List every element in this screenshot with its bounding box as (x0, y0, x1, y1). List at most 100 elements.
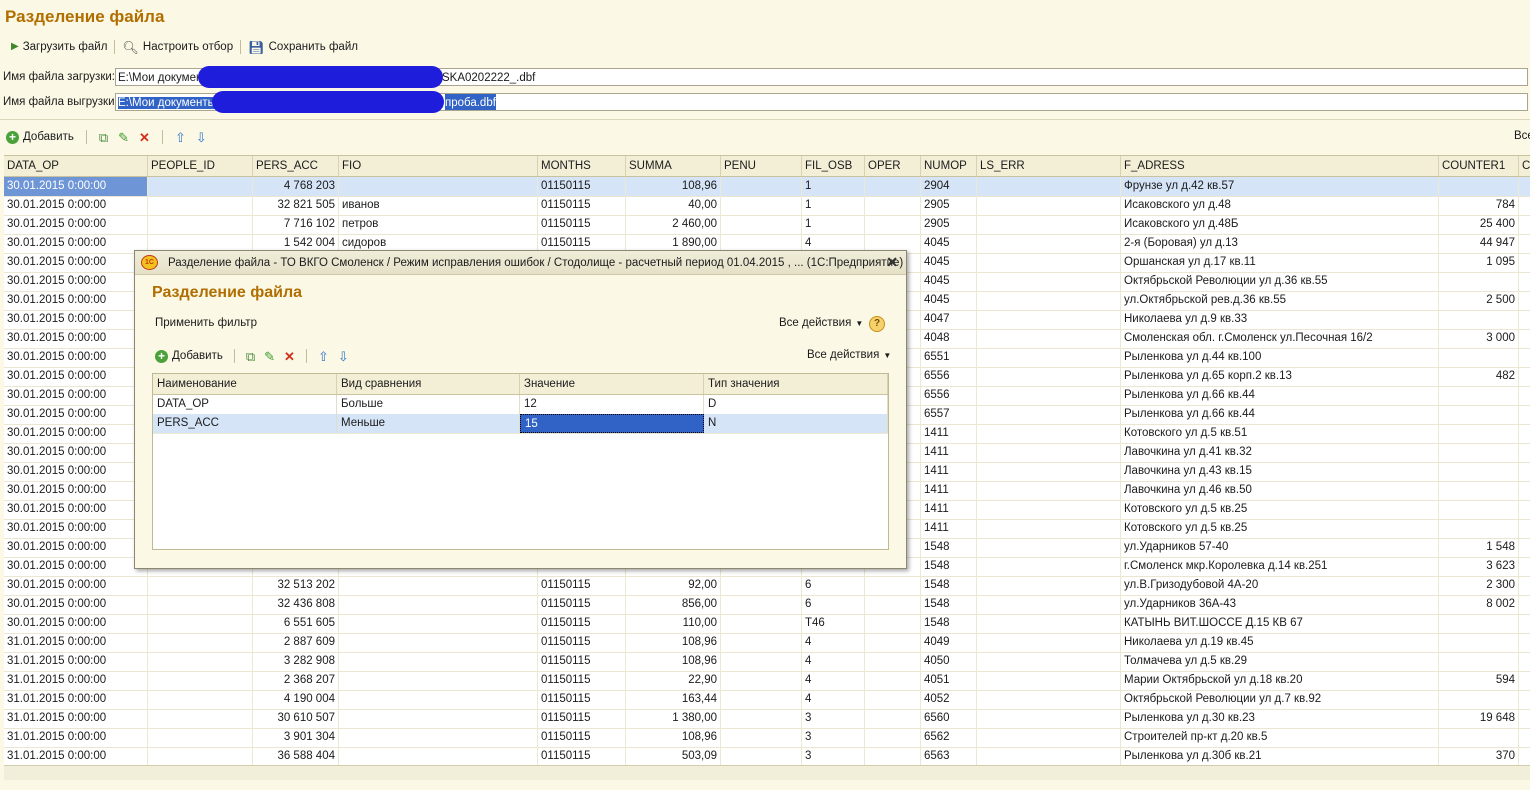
add-button[interactable]: + Добавить (6, 128, 74, 146)
column-header-pers-acc[interactable]: PERS_ACC (253, 156, 339, 176)
table-row[interactable]: 31.01.2015 0:00:00 2 887 609 01150115 108,9… (4, 633, 1530, 653)
copy-icon[interactable]: ⧉ (99, 131, 108, 144)
table-cell: 30.01.2015 0:00:00 (4, 329, 148, 348)
column-header-summa[interactable]: SUMMA (626, 156, 721, 176)
table-cell (977, 519, 1121, 538)
filter-cell: N (704, 414, 888, 433)
table-cell (1439, 177, 1519, 196)
save-file-button[interactable]: 💾︎ Сохранить файл (243, 38, 363, 56)
apply-filter-button[interactable]: Применить фильтр (155, 317, 257, 329)
table-cell: петров (339, 215, 538, 234)
table-cell: 01150115 (538, 633, 626, 652)
table-cell: 01150115 (538, 709, 626, 728)
load-file-button[interactable]: ▶ Загрузить файл (6, 38, 112, 56)
table-cell: 01150115 (538, 671, 626, 690)
table-cell: 32 821 505 (253, 196, 339, 215)
column-header-penu[interactable]: PENU (721, 156, 802, 176)
table-cell (339, 614, 538, 633)
table-row[interactable]: 31.01.2015 0:00:00 30 610 507 01150115 1 38… (4, 709, 1530, 729)
copy-icon[interactable]: ⧉ (246, 350, 255, 363)
column-header-data-op[interactable]: DATA_OP (4, 156, 148, 176)
dialog-all-actions-dropdown[interactable]: Все действия ▼ (807, 349, 891, 361)
dialog-toolbar: + Добавить ⧉ ✎ ✕ ⇧ ⇩ (155, 347, 349, 365)
table-row[interactable]: 31.01.2015 0:00:00 3 901 304 01150115 108,9… (4, 728, 1530, 748)
filter-cell[interactable]: 15 (520, 414, 704, 433)
filter-column-header[interactable]: Наименование (153, 374, 337, 394)
upload-path-suffix: SKA0202222_.dbf (442, 72, 536, 84)
table-row[interactable]: 31.01.2015 0:00:00 2 368 207 01150115 22,90… (4, 671, 1530, 691)
move-up-icon[interactable]: ⇧ (175, 131, 186, 144)
table-cell: 1 (802, 215, 865, 234)
table-cell (977, 215, 1121, 234)
table-row[interactable]: 30.01.2015 0:00:00 32 513 202 01150115 92,0… (4, 576, 1530, 596)
filter-column-header[interactable]: Значение (520, 374, 704, 394)
table-cell (977, 709, 1121, 728)
help-icon: ? (869, 315, 885, 332)
table-cell: 1548 (921, 557, 977, 576)
delete-icon[interactable]: ✕ (139, 131, 150, 144)
table-cell: 4045 (921, 272, 977, 291)
move-down-icon[interactable]: ⇩ (196, 131, 207, 144)
table-cell: 31.01.2015 0:00:00 (4, 633, 148, 652)
column-header-people-id[interactable]: PEOPLE_ID (148, 156, 253, 176)
edit-icon[interactable]: ✎ (264, 350, 275, 363)
column-header-fio[interactable]: FIO (339, 156, 538, 176)
column-header-numop[interactable]: NUMOP (921, 156, 977, 176)
table-cell: 01150115 (538, 215, 626, 234)
table-cell: 01150115 (538, 614, 626, 633)
table-row[interactable]: 31.01.2015 0:00:00 36 588 404 01150115 503,… (4, 747, 1530, 766)
move-down-icon[interactable]: ⇩ (338, 350, 349, 363)
table-row[interactable]: 30.01.2015 0:00:00 7 716 102 петров 0115011… (4, 215, 1530, 235)
move-up-icon[interactable]: ⇧ (318, 350, 329, 363)
table-row[interactable]: 30.01.2015 0:00:00 4 768 203 01150115 108,9… (4, 177, 1530, 197)
table-cell: 01150115 (538, 652, 626, 671)
filter-column-header[interactable]: Тип значения (704, 374, 888, 394)
table-cell: ул.Октябрьской рев.д.36 кв.55 (1121, 291, 1439, 310)
horizontal-scrollbar[interactable] (4, 765, 1530, 780)
table-cell: 30.01.2015 0:00:00 (4, 481, 148, 500)
all-actions-menu[interactable]: Все (1514, 130, 1530, 142)
filter-table: Наименование Вид сравнения Значение Тип зна… (152, 373, 889, 550)
all-actions-dropdown[interactable]: Все действия ▼ (779, 317, 863, 329)
table-cell (339, 576, 538, 595)
table-row[interactable]: 31.01.2015 0:00:00 3 282 908 01150115 108,9… (4, 652, 1530, 672)
table-cell: 30.01.2015 0:00:00 (4, 310, 148, 329)
table-cell: Исаковского ул д.48 (1121, 196, 1439, 215)
table-cell (1439, 424, 1519, 443)
toolbar-separator (85, 130, 87, 144)
column-header-c[interactable]: C (1519, 156, 1530, 176)
column-header-counter1[interactable]: COUNTER1 (1439, 156, 1519, 176)
table-row[interactable]: 30.01.2015 0:00:00 6 551 605 01150115 110,0… (4, 614, 1530, 634)
column-header-oper[interactable]: OPER (865, 156, 921, 176)
edit-icon[interactable]: ✎ (118, 131, 129, 144)
setup-filter-button[interactable]: 🔍︎ Настроить отбор (117, 38, 238, 56)
table-cell: 3 (802, 709, 865, 728)
column-header-ls-err[interactable]: LS_ERR (977, 156, 1121, 176)
dialog-add-label: Добавить (172, 350, 223, 362)
table-row[interactable]: 30.01.2015 0:00:00 32 821 505 иванов 011501… (4, 196, 1530, 216)
table-cell (148, 196, 253, 215)
table-cell: 1548 (921, 614, 977, 633)
delete-icon[interactable]: ✕ (284, 350, 295, 363)
help-button[interactable]: ? (869, 315, 885, 332)
table-row[interactable]: 30.01.2015 0:00:00 32 436 808 01150115 856,… (4, 595, 1530, 615)
column-header-fil-osb[interactable]: FIL_OSB (802, 156, 865, 176)
dialog-add-button[interactable]: + Добавить (155, 347, 223, 365)
close-icon[interactable]: ✕ (886, 254, 898, 271)
table-cell: Рыленкова ул д.65 корп.2 кв.13 (1121, 367, 1439, 386)
table-cell: 01150115 (538, 576, 626, 595)
filter-cell[interactable]: 12 (520, 395, 704, 414)
table-cell (148, 576, 253, 595)
table-cell (865, 652, 921, 671)
column-header-months[interactable]: MONTHS (538, 156, 626, 176)
table-cell: 1411 (921, 500, 977, 519)
filter-row[interactable]: PERS_ACC Меньше 15 N (153, 414, 888, 434)
column-header-f-adress[interactable]: F_ADRESS (1121, 156, 1439, 176)
table-cell: 30.01.2015 0:00:00 (4, 234, 148, 253)
table-cell (977, 595, 1121, 614)
table-cell: ул.В.Гризодубовой 4А-20 (1121, 576, 1439, 595)
table-row[interactable]: 31.01.2015 0:00:00 4 190 004 01150115 163,4… (4, 690, 1530, 710)
table-cell (148, 671, 253, 690)
filter-row[interactable]: DATA_OP Больше 12 D (153, 395, 888, 415)
filter-column-header[interactable]: Вид сравнения (337, 374, 520, 394)
